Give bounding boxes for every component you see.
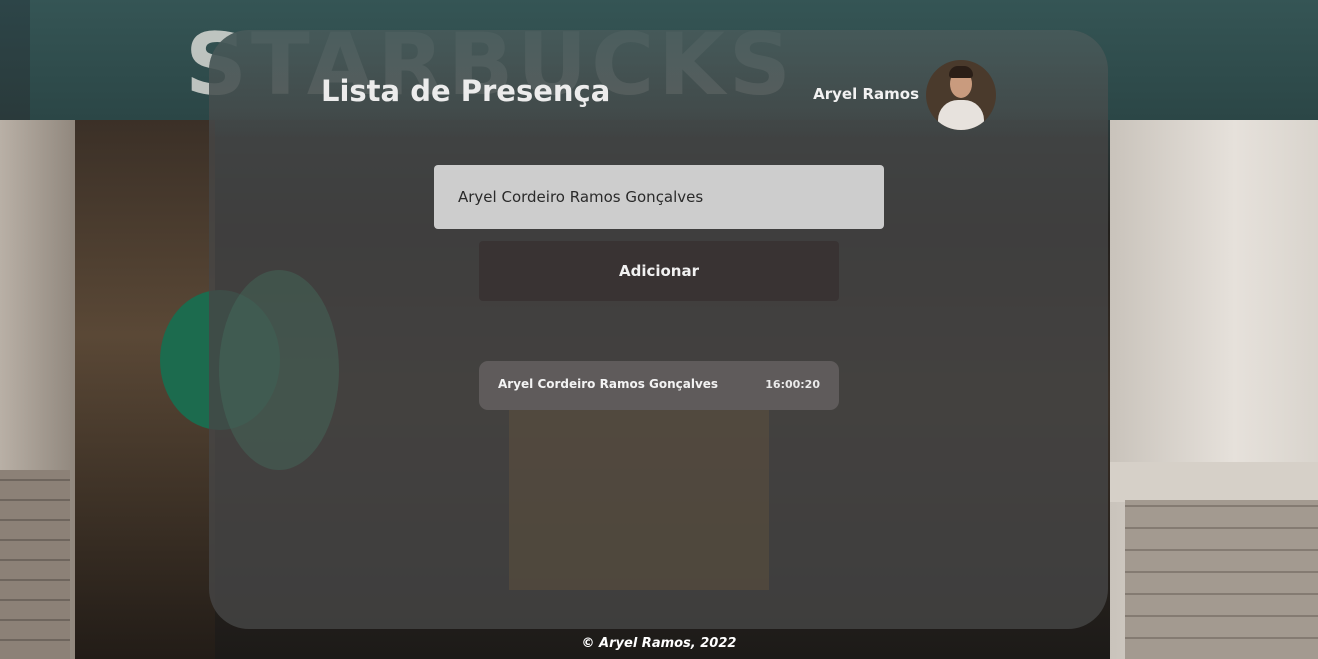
avatar-shirt [938,100,984,130]
panel-blur-left [219,270,339,470]
right-ledge [1110,462,1318,502]
add-button[interactable]: Adicionar [479,241,839,301]
avatar-hair [949,66,973,78]
left-brick-pillar [0,470,70,659]
user-name: Aryel Ramos [813,85,919,103]
avatar [926,60,996,130]
footer-copyright: © Aryel Ramos, 2022 [581,636,737,651]
attendee-card: Aryel Cordeiro Ramos Gonçalves 16:00:20 [479,361,839,410]
right-brick-pillar [1125,500,1318,659]
attendee-time: 16:00:20 [765,378,820,391]
panel-blur-center [509,410,769,590]
attendee-name: Aryel Cordeiro Ramos Gonçalves [498,377,719,391]
page-title: Lista de Presença [321,74,611,108]
name-input[interactable] [434,165,884,229]
